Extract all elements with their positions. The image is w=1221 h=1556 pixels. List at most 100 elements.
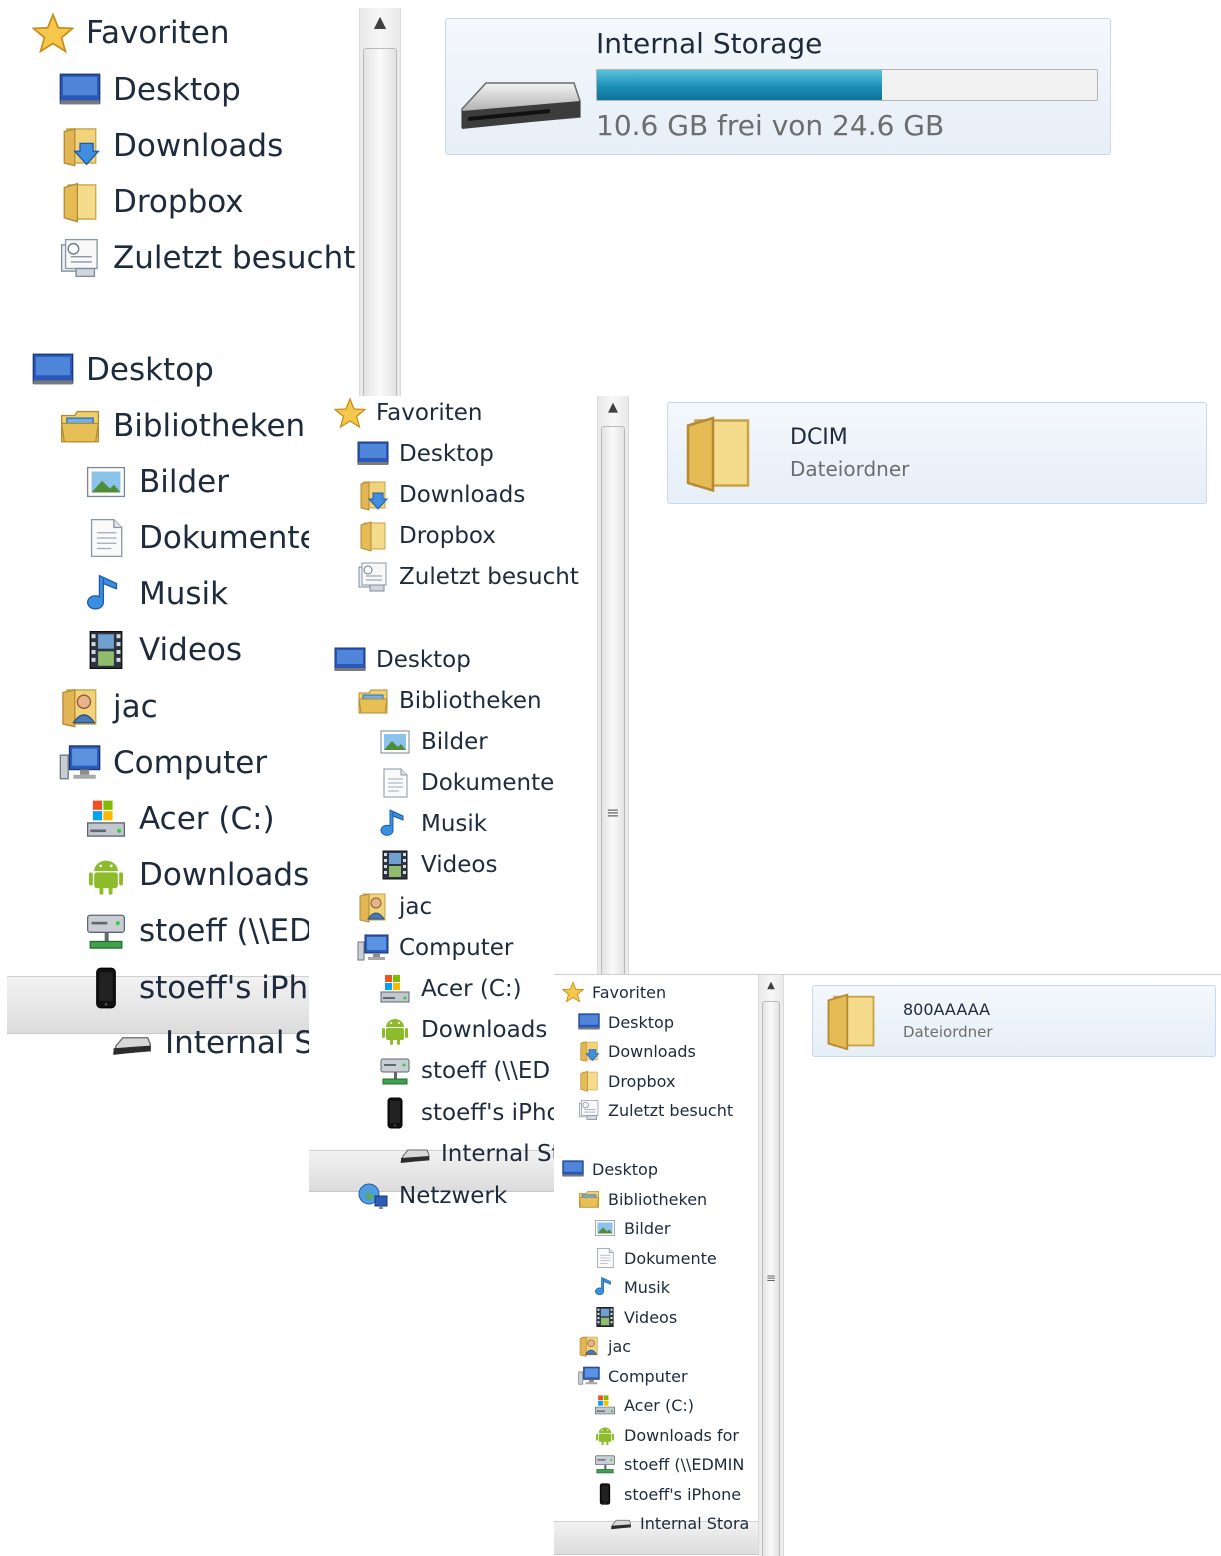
nav-item-label: Desktop [399, 441, 494, 467]
library-icon [578, 1188, 600, 1210]
nav-item-label: jac [608, 1336, 632, 1356]
nav-item-downloads-android[interactable]: Downloads for [554, 1424, 739, 1446]
nav-item-stoeff-network[interactable]: stoeff (\\EDMIN [554, 1453, 744, 1475]
nav-item-internal-storage[interactable]: Internal Stora [554, 1512, 749, 1534]
nav-item-videos[interactable]: Videos [7, 629, 242, 671]
documents-icon [594, 1247, 616, 1269]
folder-name: 800AAAAA [903, 1000, 991, 1019]
navigation-scrollbar[interactable]: ▲ ≡ [758, 975, 784, 1556]
folder-icon [578, 1070, 600, 1092]
navigation-scrollbar[interactable]: ▲ [359, 8, 401, 410]
nav-item-jac[interactable]: jac [554, 1335, 631, 1357]
nav-item-jac[interactable]: jac [7, 686, 158, 728]
nav-item-bibliotheken[interactable]: Bibliotheken [7, 405, 305, 447]
desktop-icon [562, 1158, 584, 1180]
nav-item-internal-storage[interactable]: Internal St [309, 1138, 561, 1170]
nav-item-dokumente[interactable]: Dokumente [309, 767, 554, 799]
nav-item-zuletzt-besucht[interactable]: Zuletzt besucht [554, 1099, 733, 1121]
nav-item-musik[interactable]: Musik [309, 808, 487, 840]
nav-item-label: stoeff (\\EDMIN [624, 1454, 745, 1474]
nav-item-bilder[interactable]: Bilder [7, 461, 229, 503]
nav-item-downloads[interactable]: Downloads [7, 125, 283, 167]
hard-drive-icon [594, 1394, 616, 1416]
folder-icon [821, 990, 881, 1052]
recent-places-icon [59, 237, 101, 279]
music-icon [85, 573, 127, 615]
nav-item-jac[interactable]: jac [309, 891, 432, 923]
nav-item-stoeffs-iphone[interactable]: stoeff's iPho [309, 1097, 561, 1129]
network-drive-icon [594, 1453, 616, 1475]
nav-item-label: Zuletzt besucht [399, 564, 579, 590]
downloads-folder-icon [578, 1040, 600, 1062]
nav-item-downloads[interactable]: Downloads [554, 1040, 696, 1062]
nav-item-dropbox[interactable]: Dropbox [309, 520, 496, 552]
nav-item-acer-c[interactable]: Acer (C:) [309, 973, 522, 1005]
nav-item-label: Bibliotheken [113, 408, 306, 444]
nav-item-netzwerk[interactable]: Netzwerk [309, 1180, 507, 1212]
nav-item-label: jac [399, 894, 433, 920]
nav-item-videos[interactable]: Videos [309, 849, 497, 881]
nav-item-stoeff-network[interactable]: stoeff (\\ED [309, 1055, 550, 1087]
nav-item-videos[interactable]: Videos [554, 1306, 677, 1328]
pictures-icon [594, 1217, 616, 1239]
dcim-folder-tile[interactable]: DCIM Dateiordner [667, 402, 1207, 504]
nav-item-desktop[interactable]: Desktop [309, 438, 494, 470]
nav-item-desktop[interactable]: Desktop [7, 69, 241, 111]
nav-item-downloads-android[interactable]: Downloads [7, 854, 309, 896]
nav-item-downloads-android[interactable]: Downloads [309, 1014, 547, 1046]
scroll-up-arrow[interactable]: ▲ [360, 8, 400, 36]
nav-item-favoriten[interactable]: Favoriten [7, 12, 230, 54]
nav-item-favoriten[interactable]: Favoriten [554, 981, 666, 1003]
nav-item-bilder[interactable]: Bilder [309, 726, 488, 758]
nav-item-computer[interactable]: Computer [554, 1365, 688, 1387]
nav-item-label: Desktop [113, 72, 241, 108]
nav-item-desktop-root[interactable]: Desktop [554, 1158, 658, 1180]
nav-item-label: Acer (C:) [421, 976, 522, 1002]
user-folder-icon [578, 1335, 600, 1357]
nav-item-computer[interactable]: Computer [7, 742, 267, 784]
documents-icon [379, 767, 411, 799]
storage-usage-bar [596, 69, 1098, 101]
nav-item-dokumente[interactable]: Dokumente [554, 1247, 717, 1269]
nav-item-favoriten[interactable]: Favoriten [309, 397, 483, 429]
nav-item-musik[interactable]: Musik [554, 1276, 670, 1298]
nav-item-stoeffs-iphone[interactable]: stoeff's iPho [7, 967, 327, 1009]
scroll-up-arrow[interactable]: ▲ [759, 975, 783, 997]
nav-item-computer[interactable]: Computer [309, 932, 513, 964]
nav-item-desktop-root[interactable]: Desktop [309, 644, 471, 676]
nav-item-dropbox[interactable]: Dropbox [7, 181, 244, 223]
nav-item-zuletzt-besucht[interactable]: Zuletzt besucht [7, 237, 355, 279]
nav-item-label: stoeff's iPho [139, 970, 328, 1006]
internal-storage-drive-tile[interactable]: Internal Storage 10.6 GB frei von 24.6 G… [445, 18, 1111, 155]
nav-item-desktop[interactable]: Desktop [554, 1011, 674, 1033]
nav-item-bibliotheken[interactable]: Bibliotheken [309, 685, 542, 717]
music-icon [379, 808, 411, 840]
scroll-thumb[interactable] [363, 48, 397, 410]
nav-item-dropbox[interactable]: Dropbox [554, 1070, 675, 1092]
nav-item-label: Musik [139, 576, 229, 612]
nav-item-stoeffs-iphone[interactable]: stoeff's iPhone [554, 1483, 741, 1505]
nav-item-bibliotheken[interactable]: Bibliotheken [554, 1188, 707, 1210]
nav-item-internal-storage[interactable]: Internal St [7, 1022, 326, 1064]
nav-item-label: Downloads for [624, 1425, 739, 1445]
nav-item-musik[interactable]: Musik [7, 573, 228, 615]
nav-item-downloads[interactable]: Downloads [309, 479, 525, 511]
nav-item-dokumente[interactable]: Dokumente [7, 517, 319, 559]
desktop-icon [59, 69, 101, 111]
navigation-pane: Favoriten Desktop Downloads Dropbox Zuletzt … [554, 975, 758, 1556]
scroll-up-arrow[interactable]: ▲ [598, 396, 628, 420]
nav-item-label: Computer [608, 1366, 688, 1386]
nav-item-label: Musik [624, 1277, 670, 1297]
nav-item-label: Dokumente [624, 1248, 717, 1268]
nav-item-acer-c[interactable]: Acer (C:) [7, 798, 275, 840]
videos-icon [594, 1306, 616, 1328]
nav-item-desktop-root[interactable]: Desktop [7, 349, 214, 391]
nav-item-label: Zuletzt besucht [608, 1100, 734, 1120]
desktop-icon [578, 1011, 600, 1033]
800aaaaa-folder-tile[interactable]: 800AAAAA Dateiordner [812, 985, 1216, 1057]
nav-item-bilder[interactable]: Bilder [554, 1217, 670, 1239]
computer-icon [357, 932, 389, 964]
nav-item-zuletzt-besucht[interactable]: Zuletzt besucht [309, 561, 579, 593]
nav-item-acer-c[interactable]: Acer (C:) [554, 1394, 694, 1416]
nav-item-stoeff-network[interactable]: stoeff (\\EDI [7, 910, 322, 952]
